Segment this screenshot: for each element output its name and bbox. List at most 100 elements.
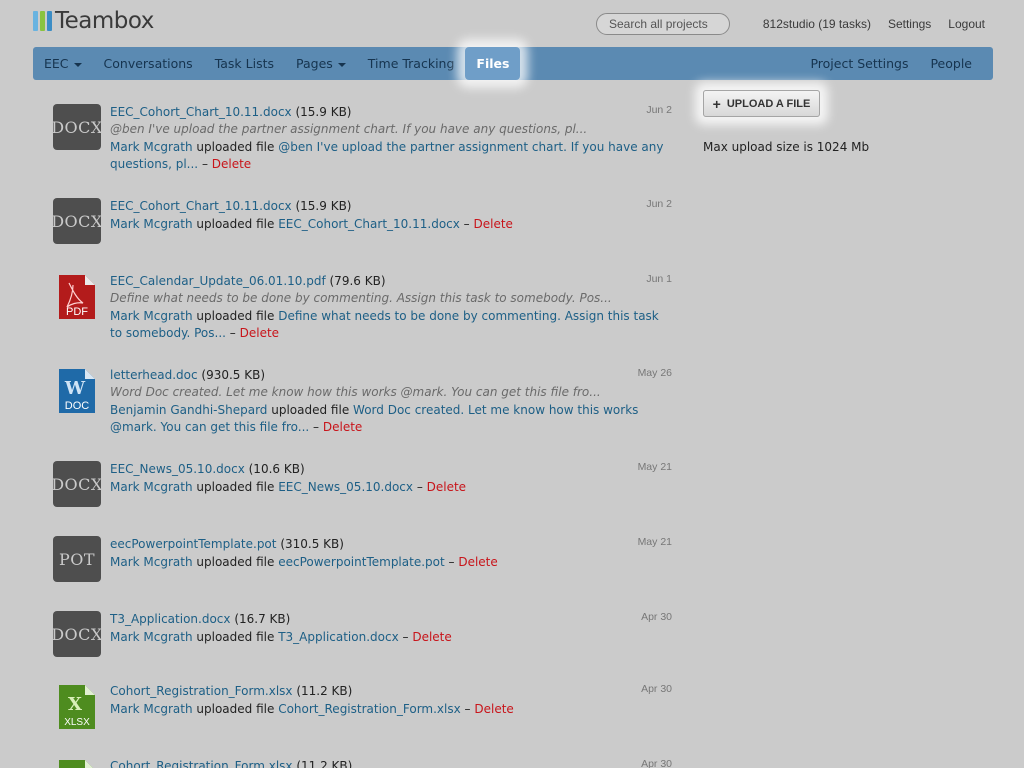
user-link[interactable]: Mark Mcgrath <box>110 480 193 494</box>
project-switcher[interactable]: EEC <box>33 47 93 80</box>
file-name-link[interactable]: Cohort_Registration_Form.xlsx <box>110 759 293 768</box>
tab-task-lists[interactable]: Task Lists <box>204 47 285 80</box>
activity-link[interactable]: T3_Application.docx <box>278 630 399 644</box>
user-link[interactable]: Benjamin Gandhi-Shepard <box>110 403 267 417</box>
file-date: Apr 30 <box>641 683 672 695</box>
activity-verb: uploaded file <box>196 630 275 644</box>
file-name-link[interactable]: EEC_News_05.10.docx <box>110 462 245 476</box>
tab-project-settings[interactable]: Project Settings <box>799 47 919 80</box>
word-file-icon[interactable]: W DOC <box>57 367 97 415</box>
file-name-link[interactable]: Cohort_Registration_Form.xlsx <box>110 684 293 698</box>
activity-verb: uploaded file <box>196 140 275 154</box>
delete-link[interactable]: Delete <box>474 217 513 231</box>
file-size: (79.6 KB) <box>329 274 386 288</box>
settings-link[interactable]: Settings <box>888 17 931 31</box>
file-date: Apr 30 <box>641 758 672 768</box>
tab-conversations[interactable]: Conversations <box>93 47 204 80</box>
file-name-link[interactable]: EEC_Calendar_Update_06.01.10.pdf <box>110 274 326 288</box>
docx-file-icon[interactable]: DOCX <box>51 611 102 657</box>
svg-text:W: W <box>64 378 86 399</box>
tab-pages-label: Pages <box>296 56 333 71</box>
file-date: Jun 2 <box>646 198 672 210</box>
file-name-link[interactable]: letterhead.doc <box>110 368 198 382</box>
activity-link[interactable]: EEC_Cohort_Chart_10.11.docx <box>278 217 460 231</box>
tab-pages[interactable]: Pages <box>285 47 357 80</box>
file-name-link[interactable]: eecPowerpointTemplate.pot <box>110 537 276 551</box>
pdf-file-icon[interactable]: PDF <box>57 273 97 321</box>
delete-link[interactable]: Delete <box>427 480 466 494</box>
activity-link[interactable]: Define what needs to be done by commenti… <box>110 309 659 340</box>
delete-link[interactable]: Delete <box>458 555 497 569</box>
file-date: Jun 1 <box>646 273 672 285</box>
tab-time-tracking[interactable]: Time Tracking <box>357 47 466 80</box>
file-description: @ben I've upload the partner assignment … <box>110 122 588 136</box>
upload-file-button[interactable]: + UPLOAD A FILE <box>703 90 820 117</box>
user-link[interactable]: Mark Mcgrath <box>110 217 193 231</box>
file-date: May 26 <box>637 367 672 379</box>
file-date: Jun 2 <box>646 104 672 116</box>
docx-file-icon[interactable]: DOCX <box>51 104 102 150</box>
file-size: (16.7 KB) <box>234 612 291 626</box>
svg-text:X: X <box>68 694 82 715</box>
file-size: (15.9 KB) <box>295 105 352 119</box>
file-date: May 21 <box>637 461 672 473</box>
file-date: May 21 <box>637 536 672 548</box>
file-size: (10.6 KB) <box>248 462 305 476</box>
tab-files[interactable]: Files <box>465 47 521 80</box>
activity-verb: uploaded file <box>196 217 275 231</box>
file-name-link[interactable]: EEC_Cohort_Chart_10.11.docx <box>110 199 292 213</box>
doc-label: DOC <box>65 400 90 412</box>
file-description: Word Doc created. Let me know how this w… <box>110 385 601 399</box>
excel-file-icon[interactable] <box>57 758 97 768</box>
logout-link[interactable]: Logout <box>948 17 985 31</box>
teambox-logo[interactable]: Teambox <box>33 8 154 34</box>
activity-verb: uploaded file <box>196 480 275 494</box>
activity-verb: uploaded file <box>196 555 275 569</box>
account-link[interactable]: 812studio (19 tasks) <box>763 17 871 31</box>
user-link[interactable]: Mark Mcgrath <box>110 702 193 716</box>
top-links: 812studio (19 tasks) Settings Logout <box>763 17 985 31</box>
chevron-down-icon <box>337 62 346 67</box>
pdf-label: PDF <box>66 306 88 318</box>
file-size: (930.5 KB) <box>201 368 266 382</box>
file-name-link[interactable]: EEC_Cohort_Chart_10.11.docx <box>110 105 292 119</box>
file-size: (15.9 KB) <box>295 199 352 213</box>
delete-link[interactable]: Delete <box>323 420 362 434</box>
upload-file-label: UPLOAD A FILE <box>726 97 811 110</box>
plus-icon: + <box>712 95 721 112</box>
activity-verb: uploaded file <box>196 702 275 716</box>
logo-mark <box>33 11 52 31</box>
user-link[interactable]: Mark Mcgrath <box>110 555 193 569</box>
activity-link[interactable]: Cohort_Registration_Form.xlsx <box>278 702 461 716</box>
excel-file-icon[interactable]: X XLSX <box>57 683 97 731</box>
delete-link[interactable]: Delete <box>240 326 279 340</box>
user-link[interactable]: Mark Mcgrath <box>110 630 193 644</box>
file-size: (11.2 KB) <box>296 759 353 768</box>
activity-link[interactable]: eecPowerpointTemplate.pot <box>278 555 444 569</box>
file-date: Apr 30 <box>641 611 672 623</box>
activity-verb: uploaded file <box>196 309 275 323</box>
delete-link[interactable]: Delete <box>474 702 513 716</box>
xlsx-label: XLSX <box>64 717 90 728</box>
file-size: (11.2 KB) <box>296 684 353 698</box>
search-input[interactable]: Search all projects <box>596 13 730 35</box>
pot-file-icon[interactable]: POT <box>53 536 101 582</box>
user-link[interactable]: Mark Mcgrath <box>110 140 193 154</box>
delete-link[interactable]: Delete <box>412 630 451 644</box>
file-description: Define what needs to be done by commenti… <box>110 291 612 305</box>
docx-file-icon[interactable]: DOCX <box>51 461 102 507</box>
activity-verb: uploaded file <box>271 403 350 417</box>
activity-link[interactable]: EEC_News_05.10.docx <box>278 480 413 494</box>
user-link[interactable]: Mark Mcgrath <box>110 309 193 323</box>
file-size: (310.5 KB) <box>280 537 344 551</box>
tab-people[interactable]: People <box>919 47 983 80</box>
project-navbar: EEC Conversations Task Lists Pages Time … <box>33 47 993 80</box>
logo-text: Teambox <box>55 8 154 34</box>
activity-link[interactable]: @ben I've upload the partner assignment … <box>110 140 664 171</box>
chevron-down-icon <box>73 62 82 67</box>
docx-file-icon[interactable]: DOCX <box>51 198 102 244</box>
file-name-link[interactable]: T3_Application.docx <box>110 612 231 626</box>
delete-link[interactable]: Delete <box>212 157 251 171</box>
max-upload-note: Max upload size is 1024 Mb <box>703 140 870 154</box>
project-name: EEC <box>44 56 69 71</box>
